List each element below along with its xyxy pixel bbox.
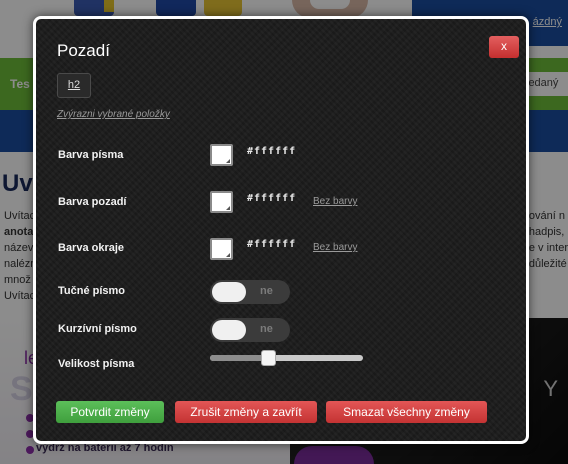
dialog-title: Pozadí bbox=[57, 41, 110, 60]
bg-color-swatch[interactable] bbox=[210, 191, 233, 213]
bg-no-color-link[interactable]: Bez barvy bbox=[313, 196, 357, 207]
font-size-label: Velikost písma bbox=[58, 358, 135, 370]
italic-toggle[interactable]: ne bbox=[210, 318, 290, 342]
cancel-close-button[interactable]: Zrušit změny a zavřít bbox=[175, 401, 317, 423]
clear-all-button[interactable]: Smazat všechny změny bbox=[326, 401, 487, 423]
style-dialog: Pozadí x h2 Zvýrazni vybrané položky Bar… bbox=[33, 16, 529, 444]
border-color-swatch[interactable] bbox=[210, 238, 233, 260]
confirm-button[interactable]: Potvrdit změny bbox=[56, 401, 164, 423]
slider-fill bbox=[210, 355, 269, 361]
font-color-swatch[interactable] bbox=[210, 144, 233, 166]
dropdown-corner-icon bbox=[226, 159, 230, 163]
border-color-label: Barva okraje bbox=[58, 242, 125, 254]
dropdown-corner-icon bbox=[226, 206, 230, 210]
tag-button-h2[interactable]: h2 bbox=[57, 73, 91, 98]
highlight-items-link[interactable]: Zvýrazni vybrané položky bbox=[57, 109, 170, 120]
bold-label: Tučné písmo bbox=[58, 285, 126, 297]
font-color-label: Barva písma bbox=[58, 149, 124, 161]
bg-color-label: Barva pozadí bbox=[58, 196, 127, 208]
toggle-knob bbox=[212, 282, 246, 302]
border-color-hex: #ffffff bbox=[247, 239, 297, 250]
toggle-state: ne bbox=[260, 323, 273, 335]
toggle-state: ne bbox=[260, 285, 273, 297]
italic-label: Kurzívní písmo bbox=[58, 323, 137, 335]
font-color-hex: #ffffff bbox=[247, 146, 297, 157]
bg-color-hex: #ffffff bbox=[247, 193, 297, 204]
bold-toggle[interactable]: ne bbox=[210, 280, 290, 304]
border-no-color-link[interactable]: Bez barvy bbox=[313, 242, 357, 253]
close-button[interactable]: x bbox=[489, 36, 519, 58]
slider-handle[interactable] bbox=[261, 350, 276, 366]
font-size-slider[interactable] bbox=[210, 350, 363, 366]
toggle-knob bbox=[212, 320, 246, 340]
dropdown-corner-icon bbox=[226, 253, 230, 257]
